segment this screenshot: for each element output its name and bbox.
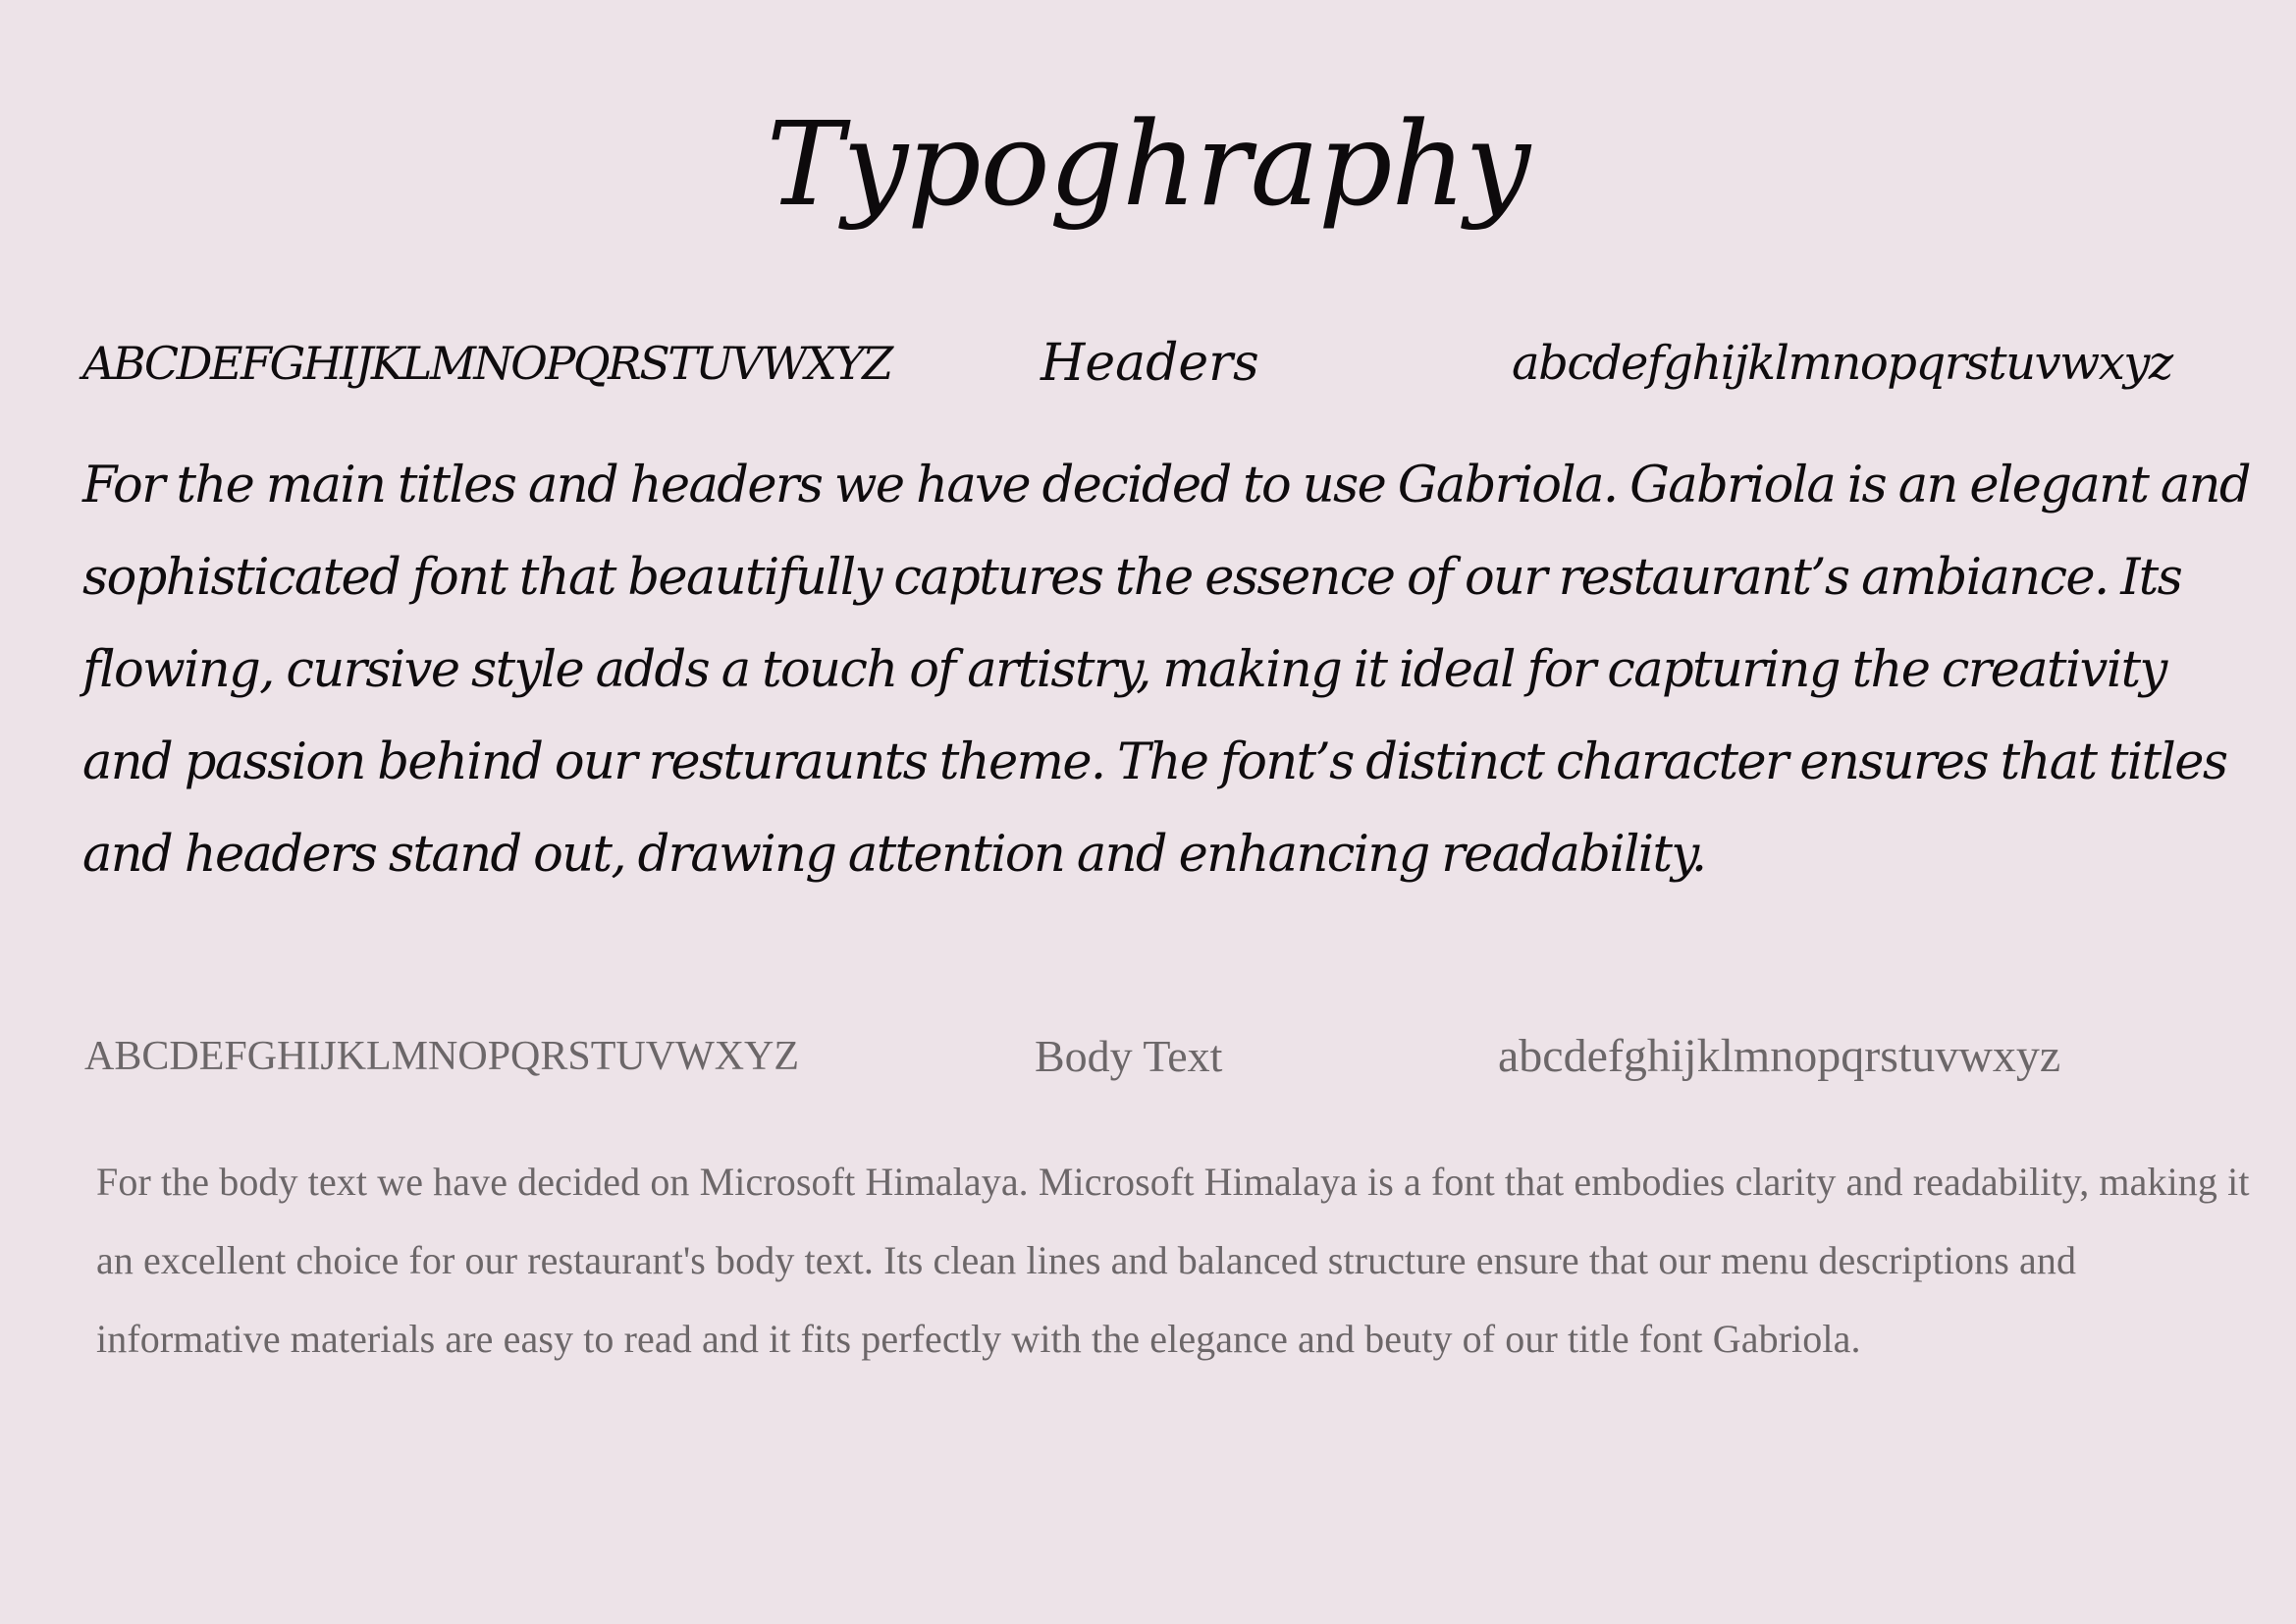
header-font-description: For the main titles and headers we have …	[82, 457, 2252, 884]
body-lowercase-sample: abcdefghijklmnopqrstuvwxyz	[1498, 1030, 2061, 1082]
header-font-label: Headers	[1041, 334, 1259, 393]
body-font-label: Body Text	[1035, 1031, 1223, 1081]
page-title: Typoghraphy	[766, 96, 1530, 232]
body-font-description: For the body text we have decided on Mic…	[96, 1160, 2250, 1361]
header-lowercase-sample: abcdefghijklmnopqrstuvwxyz	[1512, 336, 2173, 391]
typography-page: Typoghraphy ABCDEFGHIJKLMNOPQRSTUVWXYZ H…	[0, 0, 2296, 1624]
body-uppercase-sample: ABCDEFGHIJKLMNOPQRSTUVWXYZ	[84, 1034, 800, 1079]
header-uppercase-sample: ABCDEFGHIJKLMNOPQRSTUVWXYZ	[82, 337, 893, 390]
